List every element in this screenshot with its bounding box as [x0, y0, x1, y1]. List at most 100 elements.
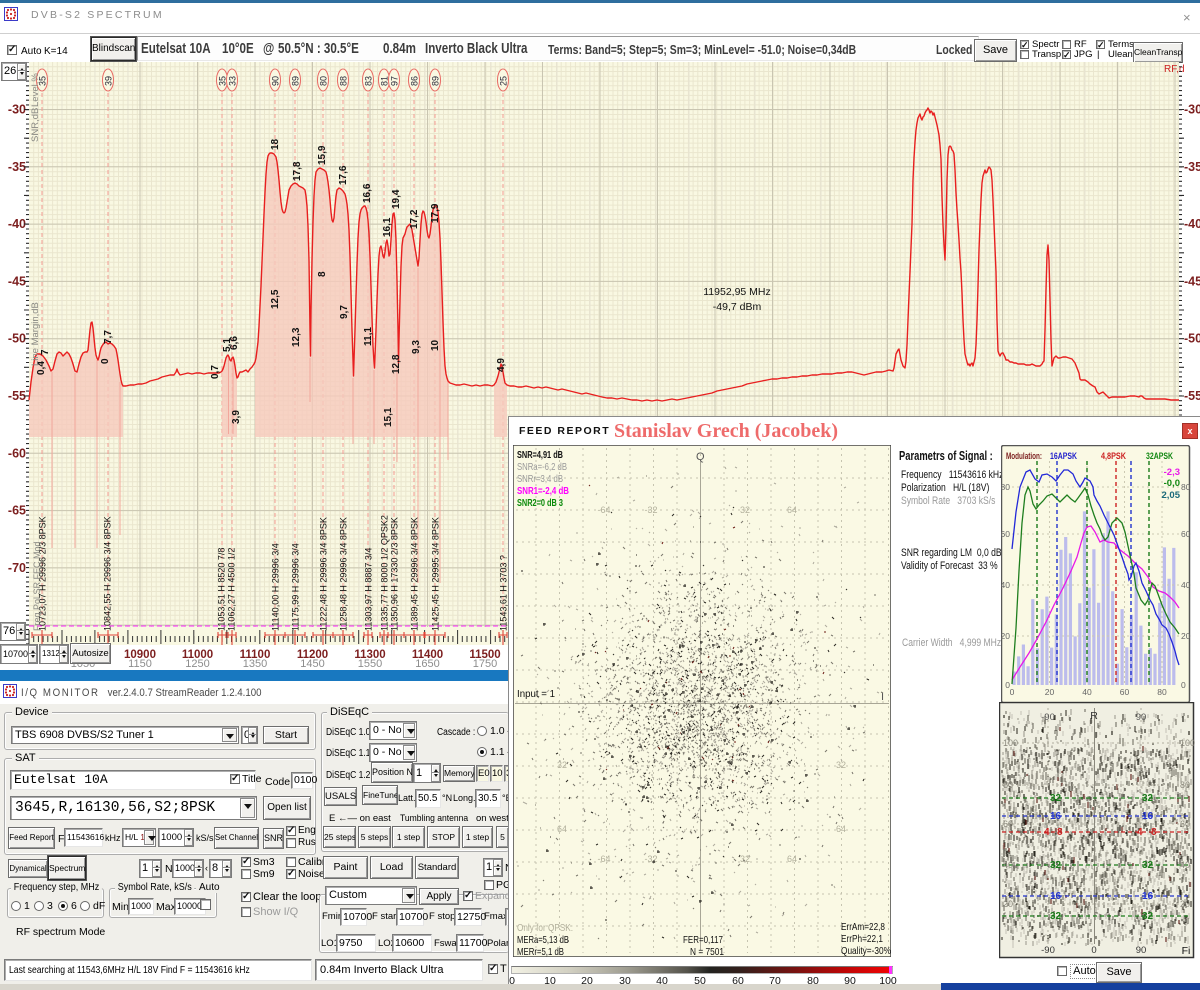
svg-text:17,2: 17,2	[409, 209, 420, 229]
svg-text:-49,7 dBm: -49,7 dBm	[713, 301, 762, 313]
svg-text:20: 20	[1181, 631, 1191, 641]
svg-text:8: 8	[1151, 827, 1157, 838]
svg-text:-32: -32	[644, 505, 657, 515]
svg-text:1650: 1650	[415, 658, 439, 668]
svg-text:16,6: 16,6	[362, 183, 373, 203]
svg-text:11175,99 H 29996 3/4: 11175,99 H 29996 3/4	[291, 543, 301, 631]
svg-text:90: 90	[1136, 712, 1147, 723]
svg-text:ErrPh=22,1: ErrPh=22,1	[841, 933, 883, 945]
svg-text:-30: -30	[1184, 103, 1200, 117]
svg-text:40: 40	[1003, 860, 1013, 870]
svg-text:9,3: 9,3	[411, 340, 422, 354]
svg-text:1150: 1150	[128, 658, 152, 668]
svg-text:SNR1=-2,4 dB: SNR1=-2,4 dB	[517, 485, 569, 497]
svg-text:4: 4	[1137, 827, 1143, 838]
svg-text:60: 60	[1001, 529, 1010, 539]
svg-text:11140,00 H 29996 3/4: 11140,00 H 29996 3/4	[271, 543, 281, 631]
svg-text:-64: -64	[597, 854, 610, 864]
svg-text:32: 32	[836, 760, 846, 770]
svg-text:4,9: 4,9	[496, 358, 507, 372]
svg-text:80: 80	[1003, 780, 1013, 790]
svg-text:89: 89	[291, 76, 301, 86]
svg-text:16,1: 16,1	[382, 217, 393, 237]
svg-text:SNR=4,91 dB: SNR=4,91 dB	[517, 449, 563, 461]
svg-text:0,7: 0,7	[210, 365, 221, 379]
svg-text:11389,45 H 29996 3/4 8PSK: 11389,45 H 29996 3/4 8PSK	[410, 517, 420, 631]
svg-text:1750: 1750	[473, 658, 497, 668]
svg-text:7: 7	[40, 349, 51, 355]
svg-text:N = 7501: N = 7501	[690, 946, 724, 957]
svg-text:80: 80	[1001, 482, 1010, 492]
svg-text:32: 32	[1142, 793, 1154, 804]
svg-text:88: 88	[339, 76, 349, 86]
svg-text:60: 60	[1181, 529, 1191, 539]
svg-text:11053,51 H 8520 7/8: 11053,51 H 8520 7/8	[217, 548, 227, 631]
svg-text:3,9: 3,9	[231, 410, 242, 424]
svg-text:8: 8	[317, 271, 328, 277]
svg-text:86: 86	[410, 76, 420, 86]
svg-text:1550: 1550	[358, 658, 382, 668]
svg-text:MERa=5,13 dB: MERa=5,13 dB	[517, 934, 569, 946]
svg-text:6,6: 6,6	[229, 336, 240, 350]
svg-text:16: 16	[1050, 811, 1062, 822]
svg-text:11952,95 MHz: 11952,95 MHz	[703, 286, 771, 298]
svg-text:-35: -35	[1184, 160, 1200, 174]
svg-text:MERr=5,1 dB: MERr=5,1 dB	[517, 946, 564, 957]
svg-text:R: R	[1090, 710, 1098, 722]
svg-text:-50: -50	[8, 332, 26, 346]
svg-text:11258,48 H 29996 3/4 8PSK: 11258,48 H 29996 3/4 8PSK	[339, 517, 349, 631]
svg-text:11062,27 H 4500 1/2: 11062,27 H 4500 1/2	[227, 548, 237, 631]
svg-text:64: 64	[787, 854, 797, 864]
svg-text:40: 40	[1001, 580, 1010, 590]
svg-text:100: 100	[1180, 738, 1195, 748]
svg-text:Quality=-30%: Quality=-30%	[841, 945, 891, 957]
svg-text:Line Margin,dB: Line Margin,dB	[30, 302, 41, 366]
svg-text:11350,96 H 17330 2/3 8PSK: 11350,96 H 17330 2/3 8PSK	[390, 517, 400, 631]
svg-text:SNR2=0 dB 3: SNR2=0 dB 3	[517, 497, 563, 509]
svg-text:-90: -90	[1041, 712, 1055, 723]
svg-text:40: 40	[1082, 687, 1092, 697]
svg-text:17,8: 17,8	[292, 161, 303, 181]
svg-text:0: 0	[100, 358, 111, 364]
svg-text:11222,48 H 29996 3/4 8PSK: 11222,48 H 29996 3/4 8PSK	[319, 517, 329, 631]
svg-text:4: 4	[1044, 827, 1050, 838]
svg-text:-45: -45	[1184, 274, 1200, 288]
svg-text:33: 33	[228, 76, 238, 86]
svg-text:15,9: 15,9	[317, 145, 328, 165]
svg-text:12,3: 12,3	[291, 327, 302, 347]
svg-text:16APSK: 16APSK	[1050, 451, 1077, 462]
svg-text:32: 32	[740, 854, 750, 864]
svg-text:80: 80	[1157, 687, 1167, 697]
svg-text:0: 0	[1181, 680, 1186, 690]
svg-text:32: 32	[1142, 860, 1154, 871]
svg-text:83: 83	[364, 76, 374, 86]
svg-text:35: 35	[218, 76, 228, 86]
svg-text:32: 32	[1050, 911, 1062, 922]
svg-text:32: 32	[740, 505, 750, 515]
svg-text:32APSK: 32APSK	[1146, 451, 1173, 462]
svg-text:17,9: 17,9	[430, 203, 441, 223]
svg-text:11335,77 H 8000 1/2 QPSK2: 11335,77 H 8000 1/2 QPSK2	[380, 515, 390, 631]
svg-text:64: 64	[787, 505, 797, 515]
svg-text:-64: -64	[597, 505, 610, 515]
svg-text:81: 81	[380, 76, 390, 86]
svg-text:9,7: 9,7	[339, 305, 350, 319]
svg-text:97: 97	[390, 76, 400, 86]
svg-text:SNRr=3,4 dB: SNRr=3,4 dB	[517, 473, 563, 485]
svg-text:Only for QPSK:: Only for QPSK:	[517, 922, 573, 934]
svg-text:SNR,dB: SNR,dB	[30, 108, 41, 142]
svg-text:-40: -40	[8, 217, 26, 231]
svg-text:16: 16	[1142, 811, 1154, 822]
svg-text:1450: 1450	[300, 658, 324, 668]
svg-text:10842,55 H 29996 3/4 8PSK: 10842,55 H 29996 3/4 8PSK	[103, 516, 113, 631]
svg-text:19,4: 19,4	[391, 189, 402, 209]
svg-text:32: 32	[1050, 793, 1062, 804]
svg-text:-0,0: -0,0	[1164, 478, 1180, 489]
svg-text:0: 0	[1010, 687, 1015, 697]
svg-text:100: 100	[1003, 738, 1018, 748]
svg-text:-35: -35	[8, 160, 26, 174]
svg-text:80: 80	[1181, 482, 1191, 492]
svg-text:1250: 1250	[185, 658, 209, 668]
svg-text:Input = 1: Input = 1	[517, 688, 555, 700]
svg-text:ErrAm=22,8: ErrAm=22,8	[841, 921, 885, 933]
